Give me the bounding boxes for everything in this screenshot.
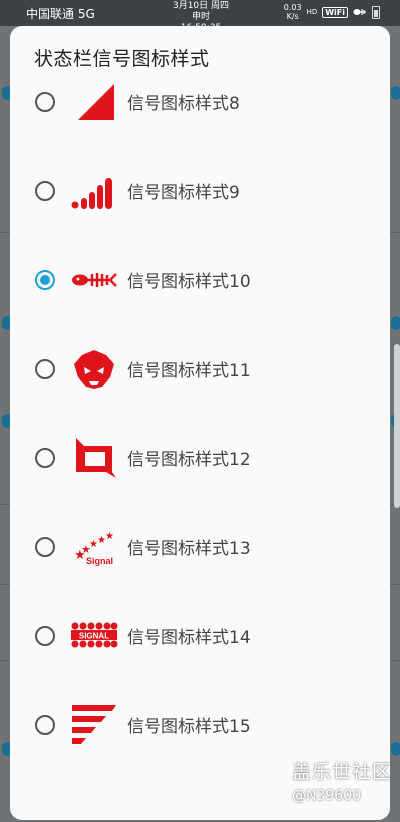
radio-button-checked[interactable] [35, 269, 55, 290]
option-style-8[interactable]: 信号图标样式8 [10, 57, 390, 146]
svg-text:★: ★ [105, 531, 114, 542]
stripes-signal-icon [72, 704, 116, 744]
status-bar: 中国联通 5G 3月10日 周四 申时 16:59:35 0.03 K/s HD… [0, 0, 400, 33]
option-label: 信号图标样式15 [127, 717, 251, 737]
watermark-user: @N39600 [292, 788, 362, 804]
option-style-11[interactable]: 信号图标样式11 [10, 324, 390, 413]
option-label: 信号图标样式14 [127, 628, 251, 648]
radio-button[interactable] [35, 714, 55, 735]
background-switch [391, 86, 400, 100]
radio-button[interactable] [35, 180, 55, 201]
radio-button[interactable] [35, 447, 55, 468]
signal-icon-style-dialog: 状态栏信号图标样式 信号图标样式8 信号图标样式9 信号图标样式10 信号图标样… [10, 26, 390, 820]
watermark: 盖乐世社区 @N39600 [292, 757, 392, 804]
option-label: 信号图标样式10 [127, 272, 251, 292]
square-frame-signal-icon [76, 437, 116, 478]
radio-button[interactable] [35, 91, 55, 112]
battery-icon [372, 5, 380, 19]
radio-button[interactable] [35, 358, 55, 379]
option-style-9[interactable]: 信号图标样式9 [10, 146, 390, 235]
network-speed-value: 0.03 [283, 3, 302, 12]
bars-signal-icon [71, 177, 112, 209]
icon-text: Signal [86, 556, 113, 566]
dots-signal-icon: SIGNAL [71, 622, 118, 647]
option-style-15[interactable]: 信号图标样式15 [10, 680, 390, 769]
hd-indicator: HD [306, 8, 318, 16]
icon-text: SIGNAL [79, 631, 109, 640]
option-label: 信号图标样式12 [127, 450, 251, 470]
option-style-10[interactable]: 信号图标样式10 [10, 235, 390, 324]
option-label: 信号图标样式11 [127, 361, 251, 381]
option-label: 信号图标样式9 [127, 183, 240, 203]
option-label: 信号图标样式8 [127, 94, 240, 114]
option-style-12[interactable]: 信号图标样式12 [10, 413, 390, 502]
option-style-14[interactable]: SIGNAL 信号图标样式14 [10, 591, 390, 680]
option-style-13[interactable]: ★ ★ ★ ★ ★ Signal 信号图标样式13 [10, 502, 390, 591]
triangle-signal-icon [78, 83, 114, 120]
background-switch [391, 316, 400, 330]
network-speed: 0.03 K/s [284, 3, 302, 21]
background-switch [391, 742, 400, 756]
radio-button[interactable] [35, 625, 55, 646]
fishbone-signal-icon [72, 272, 117, 287]
fishbone-status-icon [353, 9, 366, 15]
status-date: 3月10日 周四 [172, 1, 230, 11]
wifi-icon: WiFi [322, 6, 348, 18]
status-indicators: 0.03 K/s HD WiFi [284, 3, 380, 21]
stars-signal-icon: ★ ★ ★ ★ ★ Signal [74, 531, 114, 566]
watermark-site: 盖乐世社区 [292, 761, 393, 783]
carrier-name: 中国联通 5G [26, 7, 95, 21]
skull-signal-icon [74, 349, 114, 389]
edge-panel-handle[interactable] [394, 344, 400, 508]
option-label: 信号图标样式13 [127, 539, 251, 559]
network-speed-unit: K/s [286, 12, 299, 21]
radio-button[interactable] [35, 536, 55, 557]
